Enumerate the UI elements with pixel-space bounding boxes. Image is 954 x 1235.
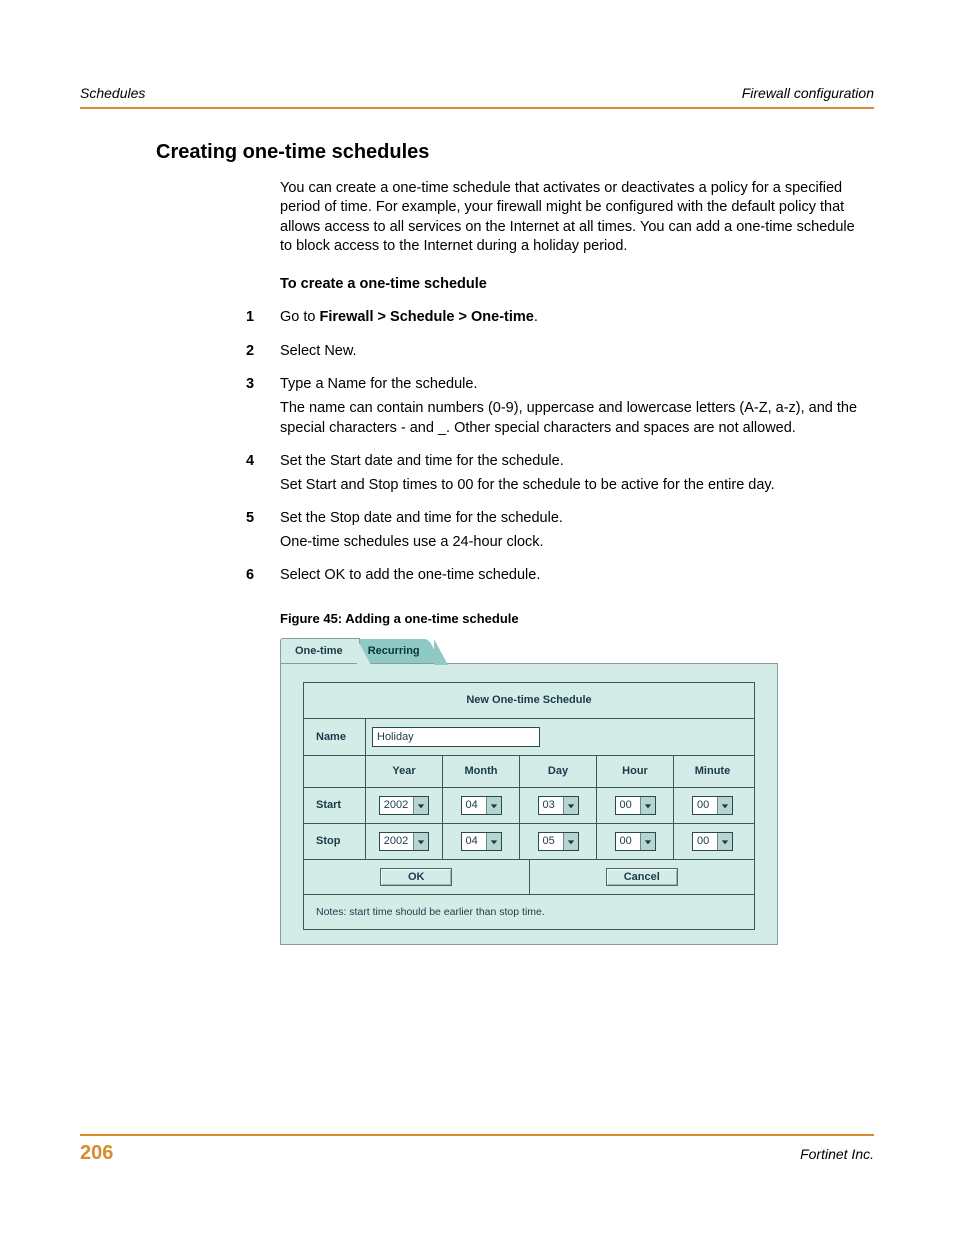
step-number: 6 (240, 566, 280, 590)
step-number: 1 (240, 308, 280, 332)
step: 1Go to Firewall > Schedule > One-time. (240, 308, 866, 332)
chevron-down-icon (717, 797, 732, 814)
page-footer: 206 Fortinet Inc. (80, 1134, 874, 1165)
step-body: Select OK to add the one-time schedule. (280, 566, 866, 590)
col-year: Year (366, 756, 443, 787)
year-select[interactable]: 2002 (379, 832, 429, 851)
hour-select[interactable]: 00 (615, 796, 656, 815)
col-minute: Minute (674, 756, 751, 787)
chevron-down-icon (563, 797, 578, 814)
panel-title: New One-time Schedule (304, 683, 754, 719)
step-line: Set Start and Stop times to 00 for the s… (280, 476, 866, 496)
page-header: Schedules Firewall configuration (80, 85, 874, 109)
hour-select[interactable]: 00 (615, 832, 656, 851)
step-body: Set the Start date and time for the sche… (280, 452, 866, 499)
lead-paragraph: You can create a one-time schedule that … (280, 179, 866, 257)
step-line: The name can contain numbers (0-9), uppe… (280, 399, 866, 438)
step-number: 4 (240, 452, 280, 499)
month-select[interactable]: 04 (461, 832, 502, 851)
chevron-down-icon (563, 833, 578, 850)
step: 5Set the Stop date and time for the sche… (240, 509, 866, 556)
steps-list: 1Go to Firewall > Schedule > One-time.2S… (240, 308, 866, 590)
ok-button[interactable]: OK (380, 868, 452, 886)
schedule-row: Start 2002 04 03 00 00 (304, 788, 754, 824)
step-line: Select OK to add the one-time schedule. (280, 566, 866, 586)
day-select[interactable]: 03 (538, 796, 579, 815)
step-line: Select New. (280, 342, 866, 362)
figure-caption: Figure 45: Adding a one-time schedule (280, 610, 866, 628)
step-number: 5 (240, 509, 280, 556)
step: 4Set the Start date and time for the sch… (240, 452, 866, 499)
step-body: Type a Name for the schedule. The name ca… (280, 375, 866, 442)
name-input[interactable] (372, 727, 540, 747)
step: 2Select New. (240, 342, 866, 366)
chevron-down-icon (413, 797, 428, 814)
step: 3Type a Name for the schedule. The name c… (240, 375, 866, 442)
chevron-down-icon (717, 833, 732, 850)
year-select[interactable]: 2002 (379, 796, 429, 815)
header-right: Firewall configuration (742, 85, 874, 101)
row-label: Start (304, 788, 366, 823)
step-line: Go to Firewall > Schedule > One-time. (280, 308, 866, 328)
step-line: Set the Start date and time for the sche… (280, 452, 866, 472)
col-month: Month (443, 756, 520, 787)
row-label: Stop (304, 824, 366, 859)
cancel-button[interactable]: Cancel (606, 868, 678, 886)
name-label: Name (304, 719, 366, 755)
step-body: Set the Stop date and time for the sched… (280, 509, 866, 556)
page-number: 206 (80, 1142, 113, 1165)
step-number: 2 (240, 342, 280, 366)
step-body: Go to Firewall > Schedule > One-time. (280, 308, 866, 332)
step-body: Select New. (280, 342, 866, 366)
minute-select[interactable]: 00 (692, 796, 733, 815)
company-name: Fortinet Inc. (800, 1146, 874, 1162)
tab-bar: One-time Recurring (280, 637, 778, 663)
chevron-down-icon (640, 833, 655, 850)
chevron-down-icon (486, 797, 501, 814)
col-day: Day (520, 756, 597, 787)
step-line: Set the Stop date and time for the sched… (280, 509, 866, 529)
header-left: Schedules (80, 85, 145, 101)
chevron-down-icon (486, 833, 501, 850)
schedule-ui: One-time Recurring New One-time Schedule… (280, 637, 778, 945)
section-title: Creating one-time schedules (156, 141, 874, 164)
month-select[interactable]: 04 (461, 796, 502, 815)
minute-select[interactable]: 00 (692, 832, 733, 851)
step-number: 3 (240, 375, 280, 442)
tab-one-time[interactable]: One-time (280, 638, 360, 664)
schedule-panel: New One-time Schedule Name Year Month Da… (303, 682, 755, 930)
chevron-down-icon (640, 797, 655, 814)
step-line: Type a Name for the schedule. (280, 375, 866, 395)
step: 6Select OK to add the one-time schedule. (240, 566, 866, 590)
procedure-subhead: To create a one-time schedule (280, 275, 866, 295)
step-line: One-time schedules use a 24-hour clock. (280, 533, 866, 553)
col-hour: Hour (597, 756, 674, 787)
nav-path: Firewall > Schedule > One-time (320, 309, 534, 325)
chevron-down-icon (413, 833, 428, 850)
notes-text: Notes: start time should be earlier than… (304, 895, 754, 929)
schedule-row: Stop 2002 04 05 00 00 (304, 824, 754, 860)
day-select[interactable]: 05 (538, 832, 579, 851)
